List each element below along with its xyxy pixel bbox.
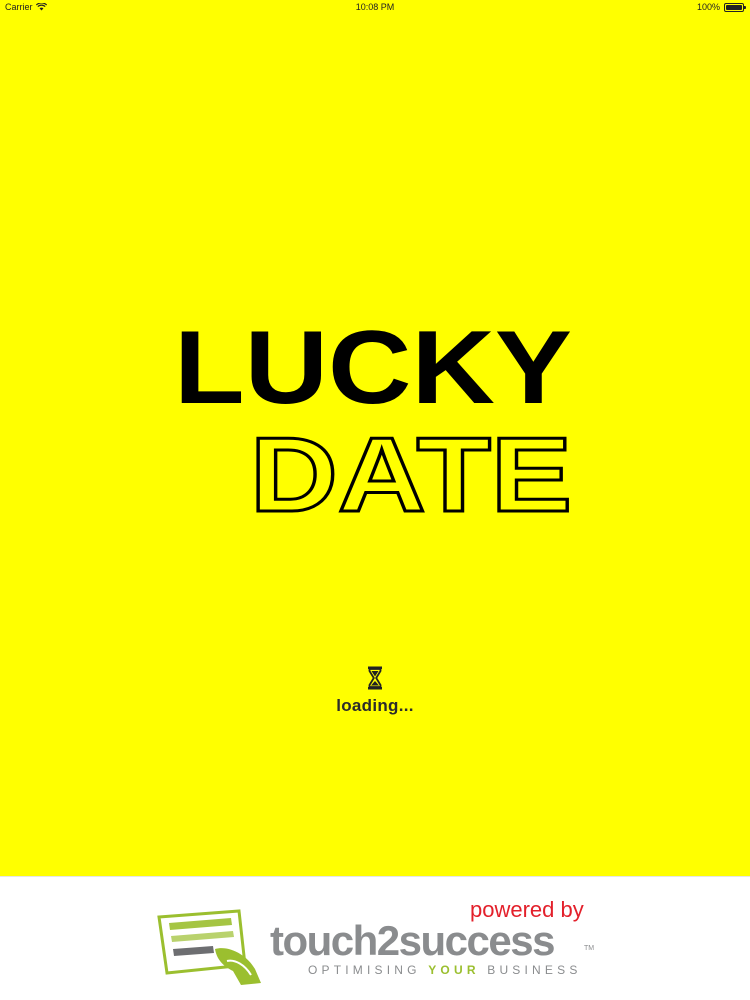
splash-screen: LUCKY DATE loading... bbox=[0, 16, 750, 876]
tagline-start: OPTIMISING bbox=[308, 963, 429, 977]
tagline-end: BUSINESS bbox=[479, 963, 582, 977]
battery-icon bbox=[724, 2, 746, 12]
trademark-mark: TM bbox=[584, 945, 595, 952]
loading-indicator: loading... bbox=[0, 666, 750, 716]
footer-banner[interactable]: powered by touch2success TM OPTIMISING Y… bbox=[0, 876, 750, 1000]
battery-indicator: 100% bbox=[696, 2, 746, 12]
tagline-highlight: YOUR bbox=[428, 963, 480, 977]
battery-percent: 100% bbox=[696, 2, 720, 12]
lucky-date-logo: LUCKY DATE bbox=[165, 301, 585, 526]
hourglass-icon bbox=[368, 666, 382, 690]
card-payment-icon bbox=[157, 909, 261, 985]
battery-level bbox=[726, 4, 742, 10]
clock: 10:08 PM bbox=[355, 2, 395, 12]
logo-graphic: LUCKY DATE bbox=[174, 310, 574, 526]
logo-line-lucky: LUCKY bbox=[174, 310, 572, 426]
loading-label: loading... bbox=[336, 696, 414, 715]
brand-tagline: OPTIMISING YOUR BUSINESS bbox=[308, 963, 582, 977]
brand-name: touch2success bbox=[270, 917, 555, 964]
logo-line-date: DATE bbox=[250, 416, 572, 526]
status-bar: Carrier 10:08 PM 100% bbox=[0, 0, 750, 16]
